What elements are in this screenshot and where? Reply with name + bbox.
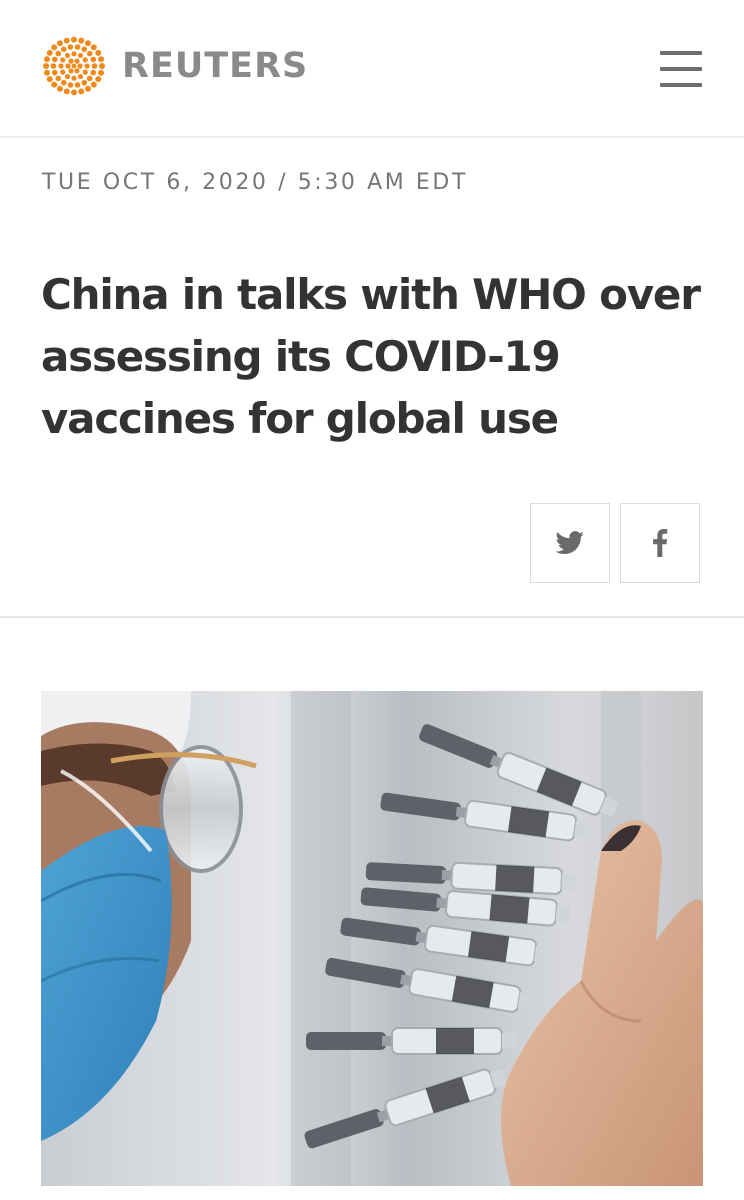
article-dateline: TUE OCT 6, 2020 / 5:30 AM EDT — [42, 170, 469, 195]
lead-photo — [41, 691, 703, 1186]
twitter-bird-icon — [555, 531, 584, 555]
hamburger-menu-icon[interactable] — [658, 49, 704, 89]
reuters-logo[interactable]: REUTERS — [40, 34, 308, 98]
vaccine-syringes-photo — [41, 691, 703, 1186]
facebook-f-icon — [653, 529, 668, 557]
brand-name: REUTERS — [122, 46, 309, 86]
article-page: REUTERS TUE OCT 6, 2020 / 5:30 AM EDT Ch… — [0, 0, 744, 1200]
site-header: REUTERS — [0, 0, 744, 138]
share-twitter-button[interactable] — [530, 503, 610, 583]
header-divider — [0, 616, 744, 618]
reuters-dot-logo-icon — [43, 36, 105, 96]
article-headline: China in talks with WHO over assessing i… — [41, 270, 701, 443]
share-facebook-button[interactable] — [620, 503, 700, 583]
